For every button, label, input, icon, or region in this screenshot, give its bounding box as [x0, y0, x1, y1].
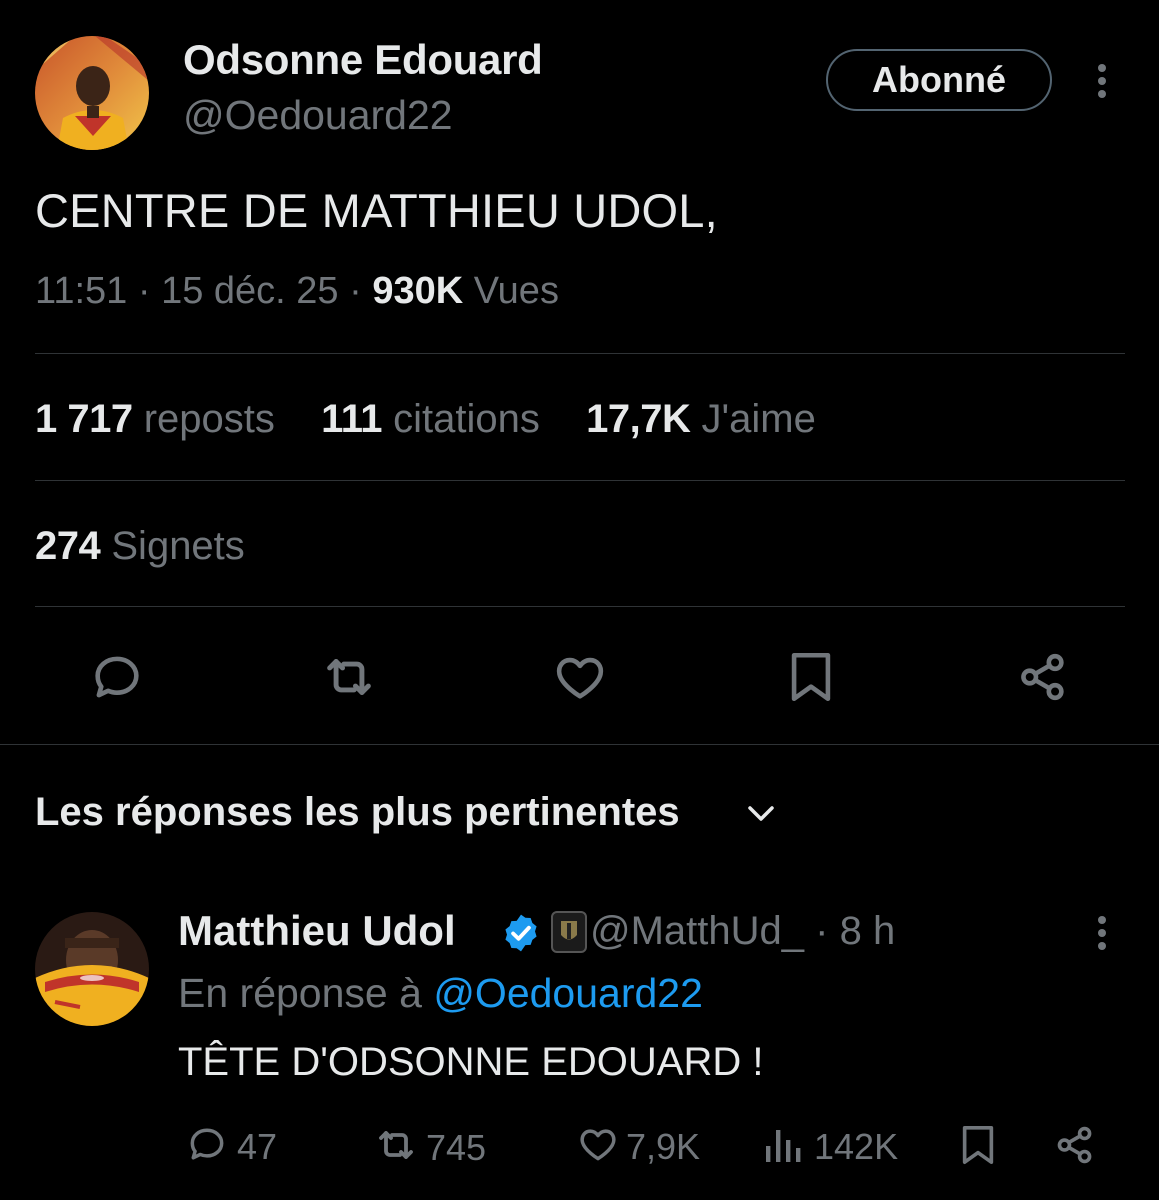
- follow-button[interactable]: Abonné: [826, 49, 1052, 111]
- retweet-count: 745: [426, 1126, 487, 1168]
- in-reply-to: En réponse à @Oedouard22: [178, 970, 703, 1017]
- like-icon: [576, 1122, 620, 1171]
- in-reply-handle-link[interactable]: @Oedouard22: [433, 970, 703, 1016]
- reply-like-button[interactable]: 7,9K: [576, 1122, 700, 1171]
- divider: [35, 606, 1125, 607]
- retweet-icon[interactable]: [318, 646, 380, 708]
- divider: [35, 480, 1125, 481]
- reply-meta: @MatthUd_ · 8 h: [590, 909, 895, 954]
- tweet-time[interactable]: 11:51: [35, 270, 127, 312]
- bookmark-icon[interactable]: [784, 648, 838, 706]
- quotes-stat[interactable]: 111 citations: [321, 397, 551, 441]
- likes-count: 17,7K: [586, 397, 691, 441]
- reposts-stat[interactable]: 1 717 reposts: [35, 397, 286, 441]
- author-name[interactable]: Odsonne Edouard: [183, 36, 543, 84]
- in-reply-prefix: En réponse à: [178, 970, 422, 1016]
- reply-time[interactable]: 8 h: [840, 909, 896, 953]
- author-handle[interactable]: @Oedouard22: [183, 92, 453, 139]
- bookmarks-count: 274: [35, 524, 101, 568]
- bookmarks-stat[interactable]: 274 Signets: [35, 524, 245, 569]
- views-label: Vues: [473, 270, 559, 312]
- verified-badge-icon: [500, 912, 542, 959]
- reply-icon: [185, 1122, 229, 1171]
- views-icon: [764, 1122, 804, 1171]
- tweet-date[interactable]: 15 déc. 25: [161, 270, 338, 312]
- reply-author-name[interactable]: Matthieu Udol: [178, 907, 456, 955]
- reply-avatar[interactable]: [35, 912, 149, 1026]
- more-options-icon[interactable]: [1088, 60, 1116, 109]
- reply-icon[interactable]: [88, 648, 146, 706]
- bookmark-icon[interactable]: [957, 1122, 999, 1173]
- reply-reply-button[interactable]: 47: [185, 1122, 277, 1171]
- bookmarks-label: Signets: [111, 524, 245, 568]
- meta-separator: ·: [137, 270, 151, 312]
- author-avatar[interactable]: [35, 36, 149, 150]
- likes-stat[interactable]: 17,7K J'aime: [586, 397, 816, 441]
- reply-count: 47: [237, 1125, 278, 1167]
- quotes-label: citations: [393, 397, 540, 441]
- share-icon[interactable]: [1052, 1122, 1098, 1173]
- likes-label: J'aime: [701, 397, 816, 441]
- retweet-icon: [372, 1121, 420, 1174]
- engagement-stats: 1 717 reposts 111 citations 17,7K J'aime: [35, 397, 816, 442]
- like-count: 7,9K: [626, 1125, 701, 1167]
- reply-more-options-icon[interactable]: [1088, 912, 1116, 961]
- meta-separator: ·: [349, 270, 362, 312]
- meta-separator: ·: [815, 909, 829, 953]
- like-icon[interactable]: [551, 648, 609, 706]
- reply-author-handle[interactable]: @MatthUd_: [590, 909, 804, 953]
- views-count: 930K: [372, 270, 464, 312]
- quotes-count: 111: [321, 397, 382, 441]
- reposts-count: 1 717: [35, 397, 133, 441]
- views-count: 142K: [814, 1125, 899, 1167]
- divider: [0, 744, 1159, 745]
- chevron-down-icon[interactable]: [745, 800, 777, 833]
- reply-retweet-button[interactable]: 745: [372, 1121, 486, 1174]
- replies-sort-title[interactable]: Les réponses les plus pertinentes: [35, 790, 680, 835]
- tweet-meta: 11:51 · 15 déc. 25 · 930K Vues: [35, 270, 559, 313]
- reply-text: TÊTE D'ODSONNE EDOUARD !: [178, 1040, 764, 1084]
- reposts-label: reposts: [143, 397, 275, 441]
- affiliate-badge-icon: [551, 911, 587, 958]
- tweet-text: CENTRE DE MATTHIEU UDOL,: [35, 184, 718, 237]
- reply-views-button[interactable]: 142K: [764, 1122, 898, 1171]
- share-icon[interactable]: [1014, 648, 1072, 706]
- divider: [35, 353, 1125, 354]
